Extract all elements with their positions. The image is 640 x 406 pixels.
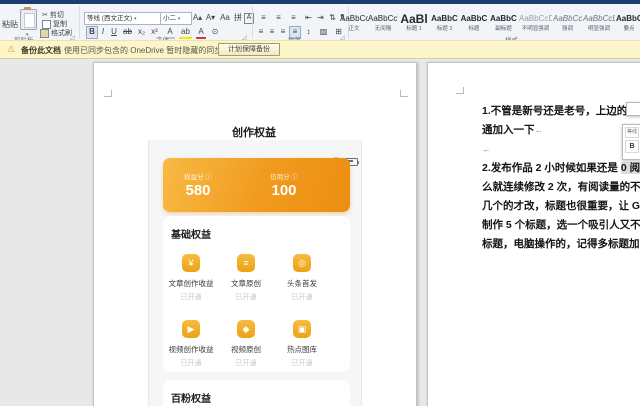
banner-title: 备份此文档	[21, 45, 61, 56]
style-intense-emphasis[interactable]: AaBbCcD明显强调	[583, 12, 615, 39]
mini-format-toolbar[interactable]: 等线 B	[622, 124, 640, 160]
mini-font-box[interactable]: 等线	[625, 127, 639, 138]
word-window: 粘贴 ▾ ✂ 剪切 复制 格式刷 剪贴板 ◿ 等线 (西文正文) ▾ 小二 ▾ …	[0, 0, 640, 406]
chevron-down-icon: ▾	[134, 16, 137, 22]
bullets-button[interactable]: ≡	[257, 12, 270, 23]
banner-action-button[interactable]: 计划保障备份	[218, 43, 280, 56]
section-title-fans: 百粉权益	[171, 390, 211, 405]
fans-benefits-card: 百粉权益	[163, 380, 350, 406]
status-badge: 已开通	[218, 358, 274, 368]
benefit-article-income: ¥ 文章创作收益 已开通	[163, 254, 219, 302]
numbering-button[interactable]: ≡	[272, 12, 285, 23]
highlight-color-button[interactable]: ab	[179, 26, 192, 39]
group-divider	[252, 6, 253, 38]
doc-line-4[interactable]: 2.发布作品 2 小时候如果还是 0 阅	[482, 159, 640, 178]
paste-button[interactable]	[20, 9, 37, 30]
doc-line-7[interactable]: 制作 5 个标题，选一个吸引人又不	[482, 216, 640, 235]
section-title-basic: 基础权益	[171, 226, 211, 241]
doc-line-3[interactable]: ←	[482, 140, 491, 159]
doc-line-5[interactable]: 么就连续修改 2 次，有阅读量的不	[482, 178, 640, 197]
style-list-paragraph[interactable]: AaBbC要点	[616, 12, 640, 39]
credit-score-value: 100	[252, 182, 316, 200]
benefit-hot-gallery: ▣ 热点图库 已开通	[274, 320, 330, 368]
style-emphasis[interactable]: AaBbCcD强调	[553, 12, 582, 39]
highlighted-text: 0 阅	[621, 162, 640, 174]
status-badge: 已开通	[274, 292, 330, 302]
benefit-score-card: 权益分 ⓘ 580 信用分 ⓘ 100	[163, 158, 350, 212]
font-color-button[interactable]: A	[196, 26, 206, 39]
style-title[interactable]: AaBbC标题	[460, 12, 488, 39]
multilevel-list-button[interactable]: ≡	[287, 12, 300, 23]
format-painter-icon	[40, 29, 49, 38]
benefit-article-original: ≡ 文章原创 已开通	[218, 254, 274, 302]
decrease-indent-button[interactable]: ⇤	[303, 12, 314, 23]
subscript-button[interactable]: x₂	[135, 26, 148, 37]
cut-icon: ✂	[42, 12, 48, 19]
benefit-headline-first: ◎ 头条首发 已开通	[274, 254, 330, 302]
video-original-icon: ◆	[237, 320, 255, 338]
info-icon: ⓘ	[291, 174, 298, 181]
article-original-icon: ≡	[237, 254, 255, 272]
font-size-select[interactable]: 小二 ▾	[160, 12, 192, 25]
phone-page-title: 创作权益	[148, 124, 360, 140]
sort-button[interactable]: ⇅	[327, 12, 338, 23]
video-income-icon: ▶	[182, 320, 200, 338]
status-badge: 已开通	[163, 292, 219, 302]
stat-benefit-score: 权益分 ⓘ 580	[166, 174, 230, 200]
align-right-button[interactable]: ≡	[278, 26, 288, 37]
doc-line-1[interactable]: 1.不管是新号还是老号，上边的权	[482, 102, 638, 121]
status-badge: 已开通	[274, 358, 330, 368]
paragraph-mark: ←	[482, 144, 491, 154]
paragraph-shading-button[interactable]: ▨	[317, 26, 330, 37]
style-no-spacing[interactable]: AaBbCcD无间隔	[368, 12, 398, 39]
group-divider	[79, 6, 80, 38]
ribbon-home-tab: 粘贴 ▾ ✂ 剪切 复制 格式刷 剪贴板 ◿ 等线 (西文正文) ▾ 小二 ▾ …	[0, 4, 640, 41]
margin-crop-mark	[456, 93, 464, 94]
grow-font-button[interactable]: A▴	[191, 12, 204, 23]
document-canvas: 晚上9:18丨14.9K/s ♡↑ ‹ 创作权益 权益分 ⓘ 580 信用分 ⓘ…	[0, 57, 640, 406]
info-icon: ⓘ	[205, 174, 212, 181]
align-center-button[interactable]: ≡	[267, 26, 277, 37]
phonetic-guide-button[interactable]: 拼	[233, 12, 243, 23]
doc-line-2[interactable]: 通加入一下←	[482, 121, 544, 140]
clipboard-clip	[24, 7, 31, 10]
shrink-font-button[interactable]: A▾	[204, 12, 217, 23]
basic-benefits-card: 基础权益 ¥ 文章创作收益 已开通 ≡ 文章原创 已开通 ◎ 头条首发 已开通 …	[163, 216, 350, 372]
change-case-button[interactable]: Aa	[218, 12, 232, 23]
article-income-icon: ¥	[182, 254, 200, 272]
doc-line-8[interactable]: 标题，电脑操作的，记得多标题加	[482, 235, 640, 254]
stat-credit-score: 信用分 ⓘ 100	[252, 174, 316, 200]
underline-button[interactable]: U	[109, 26, 119, 37]
headline-first-icon: ◎	[293, 254, 311, 272]
hot-gallery-icon: ▣	[293, 320, 311, 338]
italic-button[interactable]: I	[99, 26, 107, 37]
mini-bold-button[interactable]: B	[625, 140, 639, 153]
format-painter-button[interactable]: 格式刷	[40, 28, 72, 39]
mini-toolbar-fragment[interactable]	[626, 102, 640, 116]
bold-button[interactable]: B	[86, 26, 98, 39]
style-normal[interactable]: AaBbCcD正文	[340, 12, 368, 39]
benefit-video-income: ▶ 视频创作收益 已开通	[163, 320, 219, 368]
warning-icon: ⚠	[7, 44, 15, 55]
style-heading1[interactable]: AaBl标题 1	[399, 12, 429, 39]
style-subtle-emphasis[interactable]: AaBbCcD不明显强调	[519, 12, 552, 39]
font-name-select[interactable]: 等线 (西文正文) ▾	[84, 12, 162, 25]
chevron-down-icon: ▾	[178, 16, 181, 22]
benefit-video-original: ◆ 视频原创 已开通	[218, 320, 274, 368]
benefit-score-value: 580	[166, 182, 230, 200]
align-left-button[interactable]: ≡	[256, 26, 266, 37]
doc-line-6[interactable]: 几个的才改，标题也很重要，让 G	[482, 197, 640, 216]
clipboard-sheet	[24, 13, 35, 28]
margin-crop-mark	[104, 96, 112, 97]
status-badge: 已开通	[218, 292, 274, 302]
margin-crop-mark	[400, 96, 408, 97]
increase-indent-button[interactable]: ⇥	[315, 12, 326, 23]
style-heading2[interactable]: AaBbC标题 2	[430, 12, 459, 39]
line-spacing-button[interactable]: ↕	[302, 26, 315, 37]
strikethrough-button[interactable]: ab	[121, 26, 134, 37]
enclose-character-button[interactable]: ⊙	[210, 26, 220, 37]
status-badge: 已开通	[163, 358, 219, 368]
paragraph-mark: ←	[535, 125, 544, 135]
paste-label[interactable]: 粘贴	[2, 19, 18, 30]
